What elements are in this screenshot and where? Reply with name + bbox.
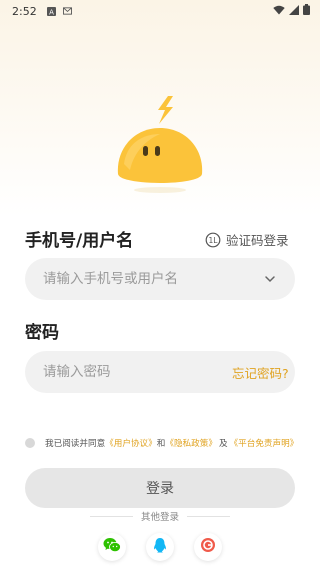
privacy-policy-link[interactable]: 《隐私政策》	[165, 437, 217, 449]
qq-login-button[interactable]	[146, 533, 174, 561]
sms-code-icon: 1L	[205, 232, 221, 248]
status-right-icons	[273, 4, 310, 18]
other-login-label: 其他登录	[141, 512, 180, 523]
divider-line-left	[90, 515, 133, 517]
lightning-bolt-icon	[158, 96, 173, 124]
battery-icon	[303, 4, 310, 18]
agreement-conjunction: 及	[218, 439, 228, 449]
other-login-button[interactable]	[194, 533, 222, 561]
signal-icon	[289, 4, 299, 18]
password-field[interactable]: 忘记密码?	[25, 351, 295, 393]
sms-login-label: 验证码登录	[226, 233, 289, 248]
app-mascot-logo	[110, 94, 210, 194]
notification-mail-icon	[62, 7, 72, 16]
other-login-divider: 其他登录	[90, 509, 231, 523]
wechat-icon	[103, 537, 121, 557]
login-button[interactable]: 登录	[25, 468, 295, 508]
password-label: 密码	[25, 323, 59, 343]
wechat-login-button[interactable]	[98, 533, 126, 561]
username-label: 手机号/用户名	[25, 231, 134, 251]
agreement-prefix: 我已阅读并同意	[45, 439, 106, 449]
agreement-and: 和	[156, 439, 166, 449]
svg-text:A: A	[49, 8, 54, 16]
status-bar: 2:52 A	[0, 0, 320, 22]
divider-line-right	[187, 515, 231, 517]
user-agreement-link[interactable]: 《用户协议》	[105, 437, 157, 449]
sms-login-link[interactable]: 1L 验证码登录	[205, 230, 289, 249]
forgot-password-link[interactable]: 忘记密码?	[232, 363, 289, 382]
status-time: 2:52	[12, 4, 37, 18]
qq-icon	[153, 537, 167, 558]
wifi-icon	[273, 5, 285, 18]
svg-text:1L: 1L	[209, 236, 219, 245]
agreement-row: 我已阅读并同意 《用户协议》 和 《隐私政策》 及 《平台免责声明》	[25, 437, 305, 449]
other-login-icon	[200, 537, 216, 557]
password-input[interactable]	[43, 364, 214, 380]
notification-a-icon: A	[46, 6, 56, 16]
chevron-down-icon[interactable]	[263, 272, 277, 286]
disclaimer-link[interactable]: 《平台免责声明》	[230, 437, 299, 449]
agreement-checkbox[interactable]	[25, 438, 35, 448]
username-field[interactable]	[25, 258, 295, 300]
username-input[interactable]	[43, 271, 263, 287]
